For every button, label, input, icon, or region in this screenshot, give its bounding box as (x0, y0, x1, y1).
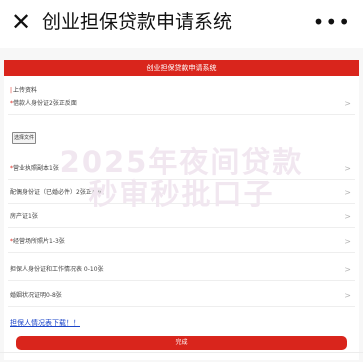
row-label-text: 担保人身份证和工作情况表 0-10张 (10, 266, 104, 273)
row-label: 婚姻状况证明0-8张 (10, 286, 62, 306)
row-label: 担保人身份证和工作情况表 0-10张 (10, 260, 104, 280)
row-label-text: 婚姻状况证明0-8张 (10, 292, 62, 299)
upload-row-property-cert[interactable]: 房产证1张 > (8, 207, 355, 228)
upload-row-premises-photos[interactable]: *经营场所照片1-3张 > (8, 232, 355, 253)
row-label: *借款人身份证2张正反面 (10, 94, 77, 114)
guarantor-form-download-link[interactable]: 担保人情况表下载！！ (10, 318, 80, 328)
upload-row-marriage-proof[interactable]: 婚姻状况证明0-8张 > (8, 286, 355, 307)
row-label-text: 房产证1张 (10, 213, 38, 220)
row-label: 房产证1张 (10, 207, 38, 227)
row-label-text: 借款人身份证2张正反面 (13, 100, 77, 107)
upload-row-spouse-id[interactable]: 配偶身份证（已婚必件）2张正反面 > (8, 183, 355, 204)
close-icon[interactable]: ✕ (8, 8, 34, 36)
row-label-text: 配偶身份证（已婚必件）2张正反面 (10, 189, 104, 196)
chevron-right-icon: > (344, 99, 351, 108)
section-title: |上传资料 (10, 85, 37, 94)
chevron-right-icon: > (344, 212, 351, 221)
chevron-right-icon: > (344, 265, 351, 274)
section-marker: | (10, 87, 13, 94)
form-card: 创业担保贷款申请系统 |上传资料 *借款人身份证2张正反面 > 选择文件 *营业… (4, 60, 359, 360)
choose-file-button[interactable]: 选择文件 (12, 132, 36, 144)
chevron-right-icon: > (344, 237, 351, 246)
chevron-right-icon: > (344, 188, 351, 197)
row-label-text: 经营场所照片1-3张 (13, 238, 65, 245)
upload-row-borrower-id[interactable]: *借款人身份证2张正反面 > (8, 94, 355, 115)
content-area: 创业担保贷款申请系统 |上传资料 *借款人身份证2张正反面 > 选择文件 *营业… (0, 48, 363, 362)
row-label: *营业执照副本1张 (10, 159, 59, 179)
form-banner: 创业担保贷款申请系统 (4, 60, 359, 76)
more-icon[interactable]: ••• (313, 10, 351, 34)
page-title: 创业担保贷款申请系统 (42, 11, 233, 33)
upload-row-business-license[interactable]: *营业执照副本1张 > (8, 159, 355, 180)
upload-row-guarantor[interactable]: 担保人身份证和工作情况表 0-10张 > (8, 260, 355, 281)
row-label: *经营场所照片1-3张 (10, 232, 65, 252)
chevron-right-icon: > (344, 291, 351, 300)
row-label-text: 营业执照副本1张 (13, 165, 59, 172)
top-bar: ✕ 创业担保贷款申请系统 ••• (0, 0, 363, 48)
section-title-text: 上传资料 (13, 87, 38, 94)
submit-button[interactable]: 完成 (16, 336, 347, 350)
row-label: 配偶身份证（已婚必件）2张正反面 (10, 183, 104, 203)
divider (0, 352, 363, 353)
chevron-right-icon: > (344, 164, 351, 173)
